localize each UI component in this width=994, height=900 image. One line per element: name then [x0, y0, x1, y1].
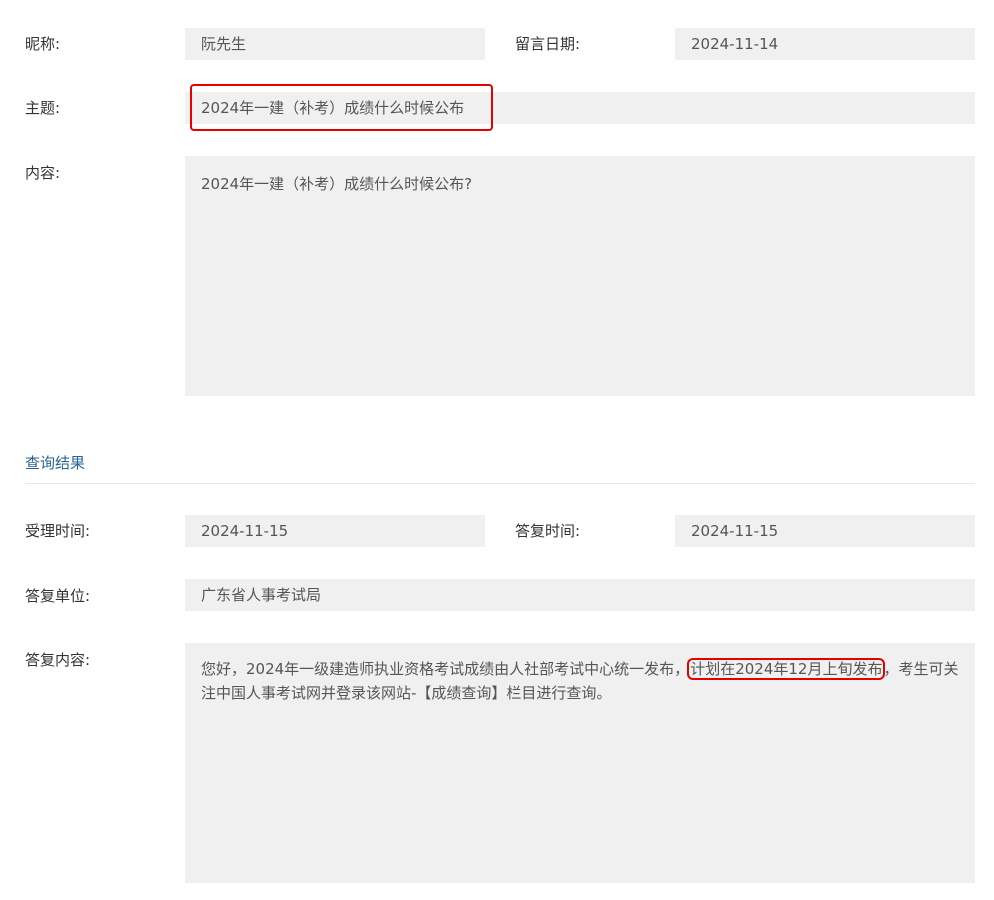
reply-unit-value: 广东省人事考试局: [201, 586, 322, 604]
reply-time-field: 2024-11-15: [675, 515, 975, 547]
subject-label: 主题:: [25, 99, 61, 117]
nickname-value: 阮先生: [201, 35, 247, 53]
reply-content-label: 答复内容:: [25, 651, 91, 669]
section-title-query-results: 查询结果: [25, 454, 86, 472]
subject-highlight-box: [190, 84, 493, 131]
accept-time-label: 受理时间:: [25, 522, 91, 540]
reply-content-field: 您好，2024年一级建造师执业资格考试成绩由人社部考试中心统一发布，计划在202…: [185, 643, 975, 883]
section-divider: [25, 483, 975, 484]
reply-unit-field: 广东省人事考试局: [185, 579, 975, 611]
date-field: 2024-11-14: [675, 28, 975, 60]
reply-content-highlight: 计划在2024年12月上旬发布: [687, 658, 886, 680]
reply-time-label: 答复时间:: [515, 522, 581, 540]
date-label: 留言日期:: [515, 35, 581, 53]
nickname-label: 昵称:: [25, 35, 61, 53]
content-label: 内容:: [25, 164, 61, 182]
content-field: 2024年一建（补考）成绩什么时候公布?: [185, 156, 975, 396]
date-value: 2024-11-14: [691, 35, 779, 53]
accept-time-field: 2024-11-15: [185, 515, 485, 547]
content-value: 2024年一建（补考）成绩什么时候公布?: [201, 175, 473, 193]
accept-time-value: 2024-11-15: [201, 522, 289, 540]
reply-unit-label: 答复单位:: [25, 587, 91, 605]
nickname-field: 阮先生: [185, 28, 485, 60]
reply-time-value: 2024-11-15: [691, 522, 779, 540]
reply-content-text-part1: 您好，2024年一级建造师执业资格考试成绩由人社部考试中心统一发布，: [201, 660, 690, 678]
reply-content-value: 您好，2024年一级建造师执业资格考试成绩由人社部考试中心统一发布，计划在202…: [201, 657, 959, 705]
